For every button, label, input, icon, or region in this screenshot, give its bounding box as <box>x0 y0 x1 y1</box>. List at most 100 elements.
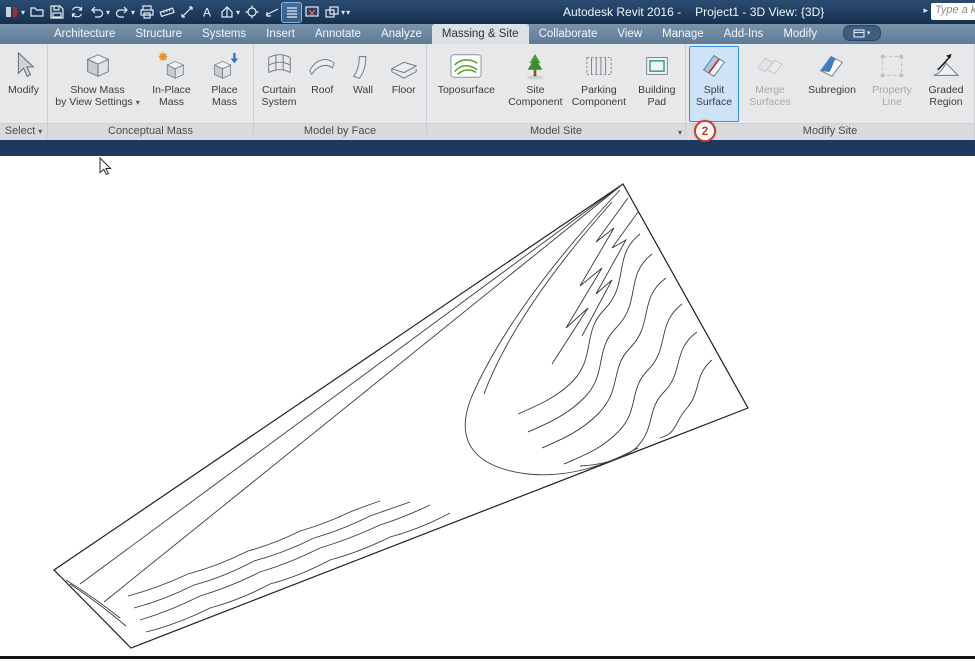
tutorial-step-badge: 2 <box>694 120 716 142</box>
wall-label: Wall <box>352 84 373 96</box>
panel-model-site: Toposurface Site Component Parking Compo… <box>427 44 686 140</box>
curtain-system-button[interactable]: Curtain System <box>257 46 301 122</box>
place-mass-icon <box>210 49 240 83</box>
redo-button[interactable] <box>112 3 131 22</box>
wall-icon <box>348 49 378 83</box>
text-button[interactable]: A <box>197 3 216 22</box>
floor-label: Floor <box>391 84 416 96</box>
merge-surfaces-icon <box>755 49 785 83</box>
print-button[interactable] <box>137 3 156 22</box>
tab-analyze[interactable]: Analyze <box>371 24 432 44</box>
tab-modify[interactable]: Modify <box>773 24 827 44</box>
conceptual-mass-label: Conceptual Mass <box>108 125 193 138</box>
tab-massing-site[interactable]: Massing & Site <box>431 24 529 44</box>
tab-architecture[interactable]: Architecture <box>44 24 125 44</box>
title-bar: ▾ ▾ ▾ A ▾ ▾ ▾ Autodesk Revit 2016 - Proj… <box>0 0 975 24</box>
switch-windows-icon <box>324 6 339 18</box>
graded-region-button[interactable]: Graded Region <box>921 46 971 122</box>
split-surface-icon <box>699 49 729 83</box>
close-hidden-windows-button[interactable] <box>302 3 321 22</box>
panel-conceptual-mass: Show Mass by View Settings ▾ In-Place Ma… <box>48 44 254 140</box>
undo-button[interactable] <box>87 3 106 22</box>
options-bar <box>0 140 975 156</box>
building-pad-icon <box>642 49 672 83</box>
site-component-button[interactable]: Site Component <box>505 46 567 122</box>
graded-region-icon <box>931 49 961 83</box>
quick-access-toolbar: ▾ ▾ ▾ A ▾ ▾ ▾ <box>0 1 351 23</box>
tab-view[interactable]: View <box>607 24 652 44</box>
qat-caret-icon[interactable]: ▾ <box>21 8 25 17</box>
place-mass-label: Place Mass <box>211 84 238 108</box>
tab-manage[interactable]: Manage <box>652 24 714 44</box>
show-mass-caret-icon: ▾ <box>135 97 140 107</box>
panel-label-modify-site[interactable]: Modify Site <box>686 123 974 140</box>
redo-icon <box>115 6 128 18</box>
parking-component-button[interactable]: Parking Component <box>568 46 630 122</box>
toposurface-button[interactable]: Toposurface <box>430 46 503 122</box>
ribbon-display-caret-icon: ▾ <box>866 30 871 37</box>
panel-label-conceptual-mass[interactable]: Conceptual Mass <box>48 123 253 140</box>
redo-caret-icon[interactable]: ▾ <box>131 8 135 17</box>
section-button[interactable] <box>262 3 281 22</box>
thin-lines-button[interactable] <box>281 1 303 23</box>
default-3d-view-button[interactable] <box>217 3 236 22</box>
canvas-bottom-border <box>0 656 975 659</box>
section-icon <box>265 8 278 17</box>
save-button[interactable] <box>47 3 66 22</box>
roof-icon <box>307 49 337 83</box>
app-title: Autodesk Revit 2016 - <box>563 5 682 19</box>
view-caret-icon[interactable]: ▾ <box>236 8 240 17</box>
tab-collaborate[interactable]: Collaborate <box>529 24 608 44</box>
model-site-launcher-icon[interactable]: ▾ <box>678 125 682 140</box>
show-mass-button[interactable]: Show Mass by View Settings ▾ <box>53 46 143 122</box>
infocenter-caret-icon[interactable]: ▸ <box>923 5 928 16</box>
ribbon-display-toggle-button[interactable]: ▾ <box>843 25 882 41</box>
site-component-label: Site Component <box>508 84 563 108</box>
save-icon <box>49 5 64 19</box>
tab-insert[interactable]: Insert <box>256 24 305 44</box>
panel-label-model-by-face[interactable]: Model by Face <box>254 123 426 140</box>
switch-windows-caret-icon[interactable]: ▾ <box>341 8 345 17</box>
roof-label: Roof <box>311 84 334 96</box>
tab-addins[interactable]: Add-Ins <box>714 24 774 44</box>
sync-button[interactable] <box>67 3 86 22</box>
in-place-mass-label: In-Place Mass <box>152 84 191 108</box>
tab-structure[interactable]: Structure <box>125 24 192 44</box>
building-pad-label: Building Pad <box>638 84 676 108</box>
aligned-dimension-button[interactable] <box>177 3 196 22</box>
panel-label-model-site[interactable]: Model Site ▾ <box>427 123 685 140</box>
measure-button[interactable] <box>157 3 176 22</box>
panel-modify-site: Split Surface Merge Surfaces Subregion P… <box>686 44 975 140</box>
roof-button[interactable]: Roof <box>303 46 342 122</box>
toposurface-icon <box>448 49 484 83</box>
subregion-button[interactable]: Subregion <box>801 46 863 122</box>
revit-window: ▾ ▾ ▾ A ▾ ▾ ▾ Autodesk Revit 2016 - Proj… <box>0 0 975 661</box>
search-input[interactable]: Type a k <box>931 3 975 20</box>
split-surface-label: Split Surface <box>695 84 733 108</box>
tab-annotate[interactable]: Annotate <box>305 24 371 44</box>
customize-qat-caret-icon[interactable]: ▾ <box>346 8 350 17</box>
in-place-mass-button[interactable]: In-Place Mass <box>145 46 199 122</box>
panel-model-by-face: Curtain System Roof Wall Floor Model by … <box>254 44 427 140</box>
sync-icon <box>71 6 82 18</box>
home-3d-icon <box>220 6 233 18</box>
site-component-tree-icon <box>520 49 550 83</box>
app-menu-button[interactable] <box>2 3 21 22</box>
open-button[interactable] <box>27 3 46 22</box>
tab-systems[interactable]: Systems <box>192 24 256 44</box>
switch-windows-button[interactable] <box>322 3 341 22</box>
wall-button[interactable]: Wall <box>344 46 383 122</box>
split-surface-button[interactable]: Split Surface <box>689 46 739 122</box>
place-mass-button[interactable]: Place Mass <box>201 46 249 122</box>
panel-label-select[interactable]: Select ▾ <box>0 123 47 140</box>
document-title: Project1 - 3D View: {3D} <box>695 5 825 19</box>
floor-icon <box>389 49 419 83</box>
render-button[interactable] <box>242 3 261 22</box>
drawing-area[interactable] <box>0 156 975 656</box>
modify-button[interactable]: Modify <box>3 46 44 122</box>
undo-caret-icon[interactable]: ▾ <box>106 8 110 17</box>
floor-button[interactable]: Floor <box>384 46 423 122</box>
model-by-face-label: Model by Face <box>303 125 377 138</box>
curtain-system-icon <box>264 49 294 83</box>
building-pad-button[interactable]: Building Pad <box>632 46 682 122</box>
